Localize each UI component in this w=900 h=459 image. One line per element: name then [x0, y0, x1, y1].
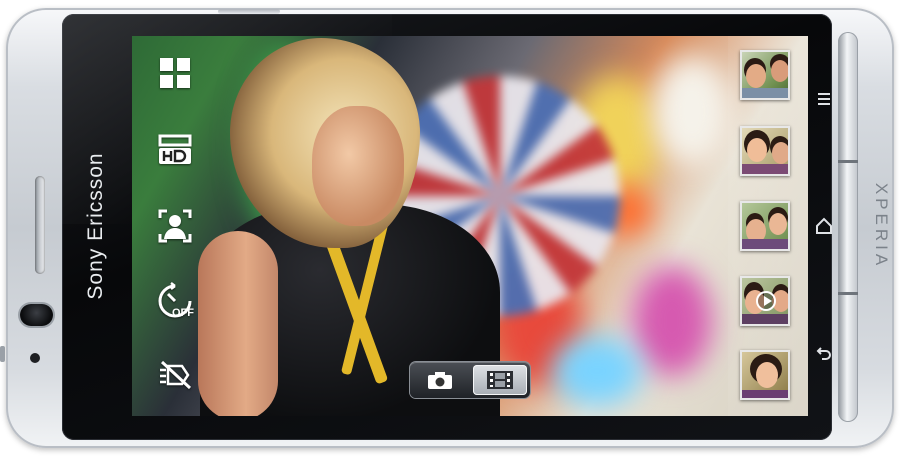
photo-mode-button[interactable] [413, 365, 467, 395]
person-face [312, 106, 404, 226]
face-detection-icon [158, 209, 192, 243]
thumbnail-2[interactable] [740, 126, 790, 176]
front-camera-lens [20, 304, 53, 326]
home-icon [816, 217, 832, 234]
earpiece-speaker [35, 176, 45, 274]
rail-divider [838, 292, 858, 295]
video-mode-button[interactable] [473, 365, 527, 395]
self-timer-button[interactable]: OFF [150, 279, 200, 325]
menu-key[interactable] [812, 88, 836, 110]
bokeh-blue [552, 336, 642, 406]
scenes-button[interactable] [150, 50, 200, 96]
side-key[interactable] [0, 346, 5, 362]
play-icon [756, 291, 776, 311]
focus-mode-button[interactable] [150, 203, 200, 249]
thumbnail-1[interactable] [740, 50, 790, 100]
grid-icon [160, 58, 190, 88]
resolution-button[interactable] [150, 127, 200, 173]
thumbnail-5[interactable] [740, 350, 790, 400]
film-icon [487, 371, 513, 389]
back-key[interactable] [812, 342, 836, 364]
proximity-sensor [30, 353, 40, 363]
self-timer-off-icon: OFF [158, 282, 194, 319]
recent-captures-strip [728, 36, 808, 416]
bokeh-white [652, 56, 732, 166]
bokeh-pink [632, 266, 712, 376]
brand-logo-sony-ericsson: Sony Ericsson [84, 152, 107, 300]
back-icon [816, 347, 831, 360]
menu-icon [818, 93, 830, 105]
thumbnail-3[interactable] [740, 201, 790, 251]
camera-icon [428, 372, 452, 389]
home-key[interactable] [812, 215, 836, 237]
camera-viewfinder[interactable]: OFF [132, 36, 808, 416]
thumbnail-4-video[interactable] [740, 276, 790, 326]
camera-mode-switch[interactable] [410, 362, 530, 398]
hd-icon [158, 134, 192, 164]
right-chrome-rail [838, 32, 858, 422]
camera-settings-column: OFF [132, 36, 218, 416]
brand-logo-xperia: XPERIA [872, 182, 891, 270]
flash-off-icon [160, 360, 192, 390]
flash-button[interactable] [150, 352, 200, 398]
viewfinder-photo [132, 36, 808, 416]
svg-text:OFF: OFF [172, 307, 194, 319]
rail-divider [838, 160, 858, 163]
